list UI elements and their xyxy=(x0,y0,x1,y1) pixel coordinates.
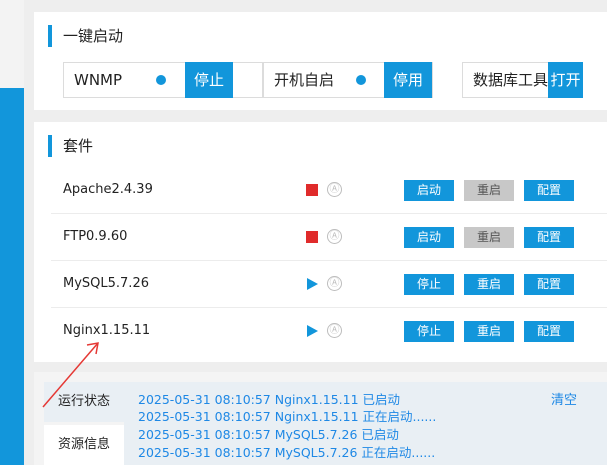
config-button[interactable]: 配置 xyxy=(524,274,574,295)
suite-row-apache: Apache2.4.39 Ⓐ 启动 重启 配置 xyxy=(51,167,607,214)
db-tool-open-button[interactable]: 打开 xyxy=(548,62,583,98)
stopped-status-icon xyxy=(306,231,318,243)
status-tabs: 运行状态 资源信息 xyxy=(44,382,124,465)
tab-run-status[interactable]: 运行状态 xyxy=(44,382,124,422)
wnmp-label: WNMP xyxy=(74,71,123,89)
restart-button[interactable]: 重启 xyxy=(464,180,514,201)
autostart-item: 开机自启 停用 xyxy=(263,62,433,98)
start-button[interactable]: 启动 xyxy=(404,227,454,248)
running-play-icon xyxy=(307,325,318,337)
restart-button[interactable]: 重启 xyxy=(464,321,514,342)
quick-start-title: 一键启动 xyxy=(48,25,123,47)
autostart-a-icon[interactable]: Ⓐ xyxy=(327,229,342,244)
quick-start-panel: 一键启动 WNMP 停止 开机自启 停用 数据库工具 打开 xyxy=(34,12,607,110)
restart-button[interactable]: 重启 xyxy=(464,274,514,295)
stop-button[interactable]: 停止 xyxy=(404,321,454,342)
left-strip-top xyxy=(0,0,24,88)
running-play-icon xyxy=(307,278,318,290)
suite-row-ftp: FTP0.9.60 Ⓐ 启动 重启 配置 xyxy=(51,214,607,261)
start-button[interactable]: 启动 xyxy=(404,180,454,201)
log-panel: 2025-05-31 08:10:57 Nginx1.15.11 已启动 202… xyxy=(124,382,607,465)
db-tool-item: 数据库工具 打开 xyxy=(462,62,583,98)
suite-panel: 套件 Apache2.4.39 Ⓐ 启动 重启 配置 FTP0.9.60 Ⓐ 启… xyxy=(34,122,607,362)
bottom-status-area: 运行状态 资源信息 2025-05-31 08:10:57 Nginx1.15.… xyxy=(34,372,607,465)
restart-button[interactable]: 重启 xyxy=(464,227,514,248)
wnmp-stop-button[interactable]: 停止 xyxy=(185,62,233,98)
tab-resource-info[interactable]: 资源信息 xyxy=(44,425,124,465)
clear-log-button[interactable]: 清空 xyxy=(551,389,577,408)
service-name: Apache2.4.39 xyxy=(63,182,153,197)
suite-row-nginx: Nginx1.15.11 Ⓐ 停止 重启 配置 xyxy=(51,308,607,355)
service-name: Nginx1.15.11 xyxy=(63,323,151,338)
log-line: 2025-05-31 08:10:57 MySQL5.7.26 已启动 xyxy=(138,427,399,442)
wnmp-item: WNMP 停止 xyxy=(63,62,263,98)
autostart-a-icon[interactable]: Ⓐ xyxy=(327,323,342,338)
autostart-label: 开机自启 xyxy=(274,71,335,89)
log-line: 2025-05-31 08:10:57 MySQL5.7.26 正在启动....… xyxy=(138,445,436,460)
left-sidebar-strip xyxy=(0,88,24,465)
autostart-status-dot-icon xyxy=(356,75,366,85)
stopped-status-icon xyxy=(306,184,318,196)
service-name: MySQL5.7.26 xyxy=(63,276,149,291)
suite-title: 套件 xyxy=(48,135,93,157)
autostart-a-icon[interactable]: Ⓐ xyxy=(327,182,342,197)
config-button[interactable]: 配置 xyxy=(524,180,574,201)
config-button[interactable]: 配置 xyxy=(524,227,574,248)
suite-row-mysql: MySQL5.7.26 Ⓐ 停止 重启 配置 xyxy=(51,261,607,308)
service-name: FTP0.9.60 xyxy=(63,229,128,244)
wnmp-status-dot-icon xyxy=(156,75,166,85)
stop-button[interactable]: 停止 xyxy=(404,274,454,295)
db-tool-label: 数据库工具 xyxy=(473,71,549,89)
config-button[interactable]: 配置 xyxy=(524,321,574,342)
log-line: 2025-05-31 08:10:57 Nginx1.15.11 正在启动...… xyxy=(138,409,437,424)
autostart-disable-button[interactable]: 停用 xyxy=(384,62,432,98)
autostart-a-icon[interactable]: Ⓐ xyxy=(327,276,342,291)
